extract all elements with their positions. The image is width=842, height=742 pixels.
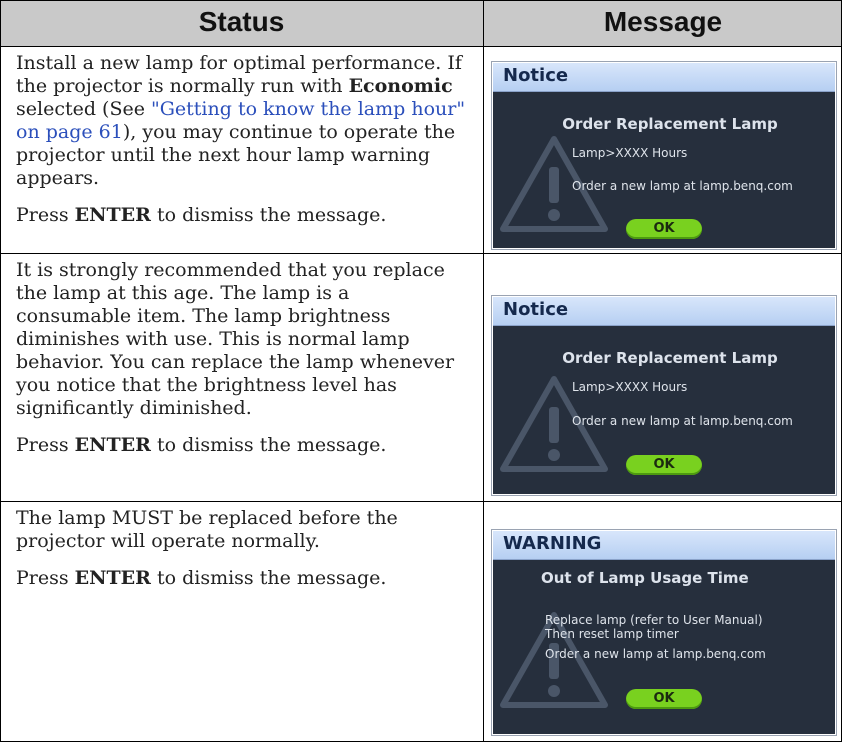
- order-lamp-text: Order a new lamp at lamp.benq.com: [545, 647, 766, 661]
- dialog-header: Notice: [493, 297, 835, 326]
- dialog-title: Out of Lamp Usage Time: [541, 569, 749, 587]
- status-text: Press: [16, 434, 75, 456]
- dialog-header-label: WARNING: [503, 533, 602, 554]
- status-text: Press: [16, 567, 75, 589]
- enter-key-label: ENTER: [74, 567, 151, 589]
- status-text: selected (See: [16, 98, 151, 120]
- dialog-header: Notice: [493, 63, 835, 92]
- dialog-title: Order Replacement Lamp: [562, 349, 778, 367]
- dialog-header-label: Notice: [503, 299, 569, 320]
- status-header-label: Status: [198, 6, 285, 37]
- ok-button[interactable]: OK: [626, 455, 702, 475]
- status-paragraph: Press ENTER to dismiss the message.: [16, 567, 466, 590]
- enter-key-label: ENTER: [74, 204, 151, 226]
- table-row-1-status: Install a new lamp for optimal performan…: [16, 52, 466, 241]
- status-paragraph: Press ENTER to dismiss the message.: [16, 204, 466, 227]
- table-border-top: [0, 0, 842, 1]
- enter-key-label: ENTER: [74, 434, 151, 456]
- reset-timer-text: Then reset lamp timer: [545, 627, 679, 641]
- replace-lamp-text: Replace lamp (refer to User Manual): [545, 613, 763, 627]
- status-paragraph: The lamp MUST be replaced before the pro…: [16, 507, 398, 552]
- order-lamp-text: Order a new lamp at lamp.benq.com: [572, 414, 793, 428]
- status-paragraph: Press ENTER to dismiss the message.: [16, 434, 466, 457]
- status-column-header: Status: [0, 0, 483, 46]
- table-row-2-status: It is strongly recommended that you repl…: [16, 259, 466, 471]
- column-divider: [483, 0, 484, 742]
- lamp-status-table: Status Message Install a new lamp for op…: [0, 0, 842, 742]
- status-text: to dismiss the message.: [150, 434, 387, 456]
- status-text: Press: [16, 204, 75, 226]
- order-lamp-text: Order a new lamp at lamp.benq.com: [572, 179, 793, 193]
- warning-dialog: WARNING Out of Lamp Usage Time Replace l…: [492, 530, 836, 735]
- status-paragraph: Install a new lamp for optimal performan…: [16, 52, 466, 190]
- dialog-header: WARNING: [493, 531, 835, 560]
- status-text: to dismiss the message.: [150, 567, 387, 589]
- notice-dialog: Notice Order Replacement Lamp Lamp>XXXX …: [492, 296, 836, 495]
- status-text: to dismiss the message.: [150, 204, 387, 226]
- ok-button[interactable]: OK: [626, 219, 702, 239]
- lamp-hours-text: Lamp>XXXX Hours: [572, 380, 688, 394]
- row-divider: [0, 501, 842, 502]
- status-paragraph: It is strongly recommended that you repl…: [16, 259, 455, 419]
- notice-dialog: Notice Order Replacement Lamp Lamp>XXXX …: [492, 62, 836, 249]
- table-border-left: [0, 0, 1, 742]
- message-header-label: Message: [603, 6, 723, 37]
- economic-term: Economic: [348, 75, 453, 97]
- message-column-header: Message: [484, 0, 842, 46]
- lamp-hours-text: Lamp>XXXX Hours: [572, 146, 688, 160]
- dialog-header-label: Notice: [503, 65, 569, 86]
- header-divider: [0, 46, 842, 47]
- table-row-3-status: The lamp MUST be replaced before the pro…: [16, 507, 466, 604]
- row-divider: [0, 253, 842, 254]
- ok-button[interactable]: OK: [626, 689, 702, 709]
- dialog-title: Order Replacement Lamp: [562, 115, 778, 133]
